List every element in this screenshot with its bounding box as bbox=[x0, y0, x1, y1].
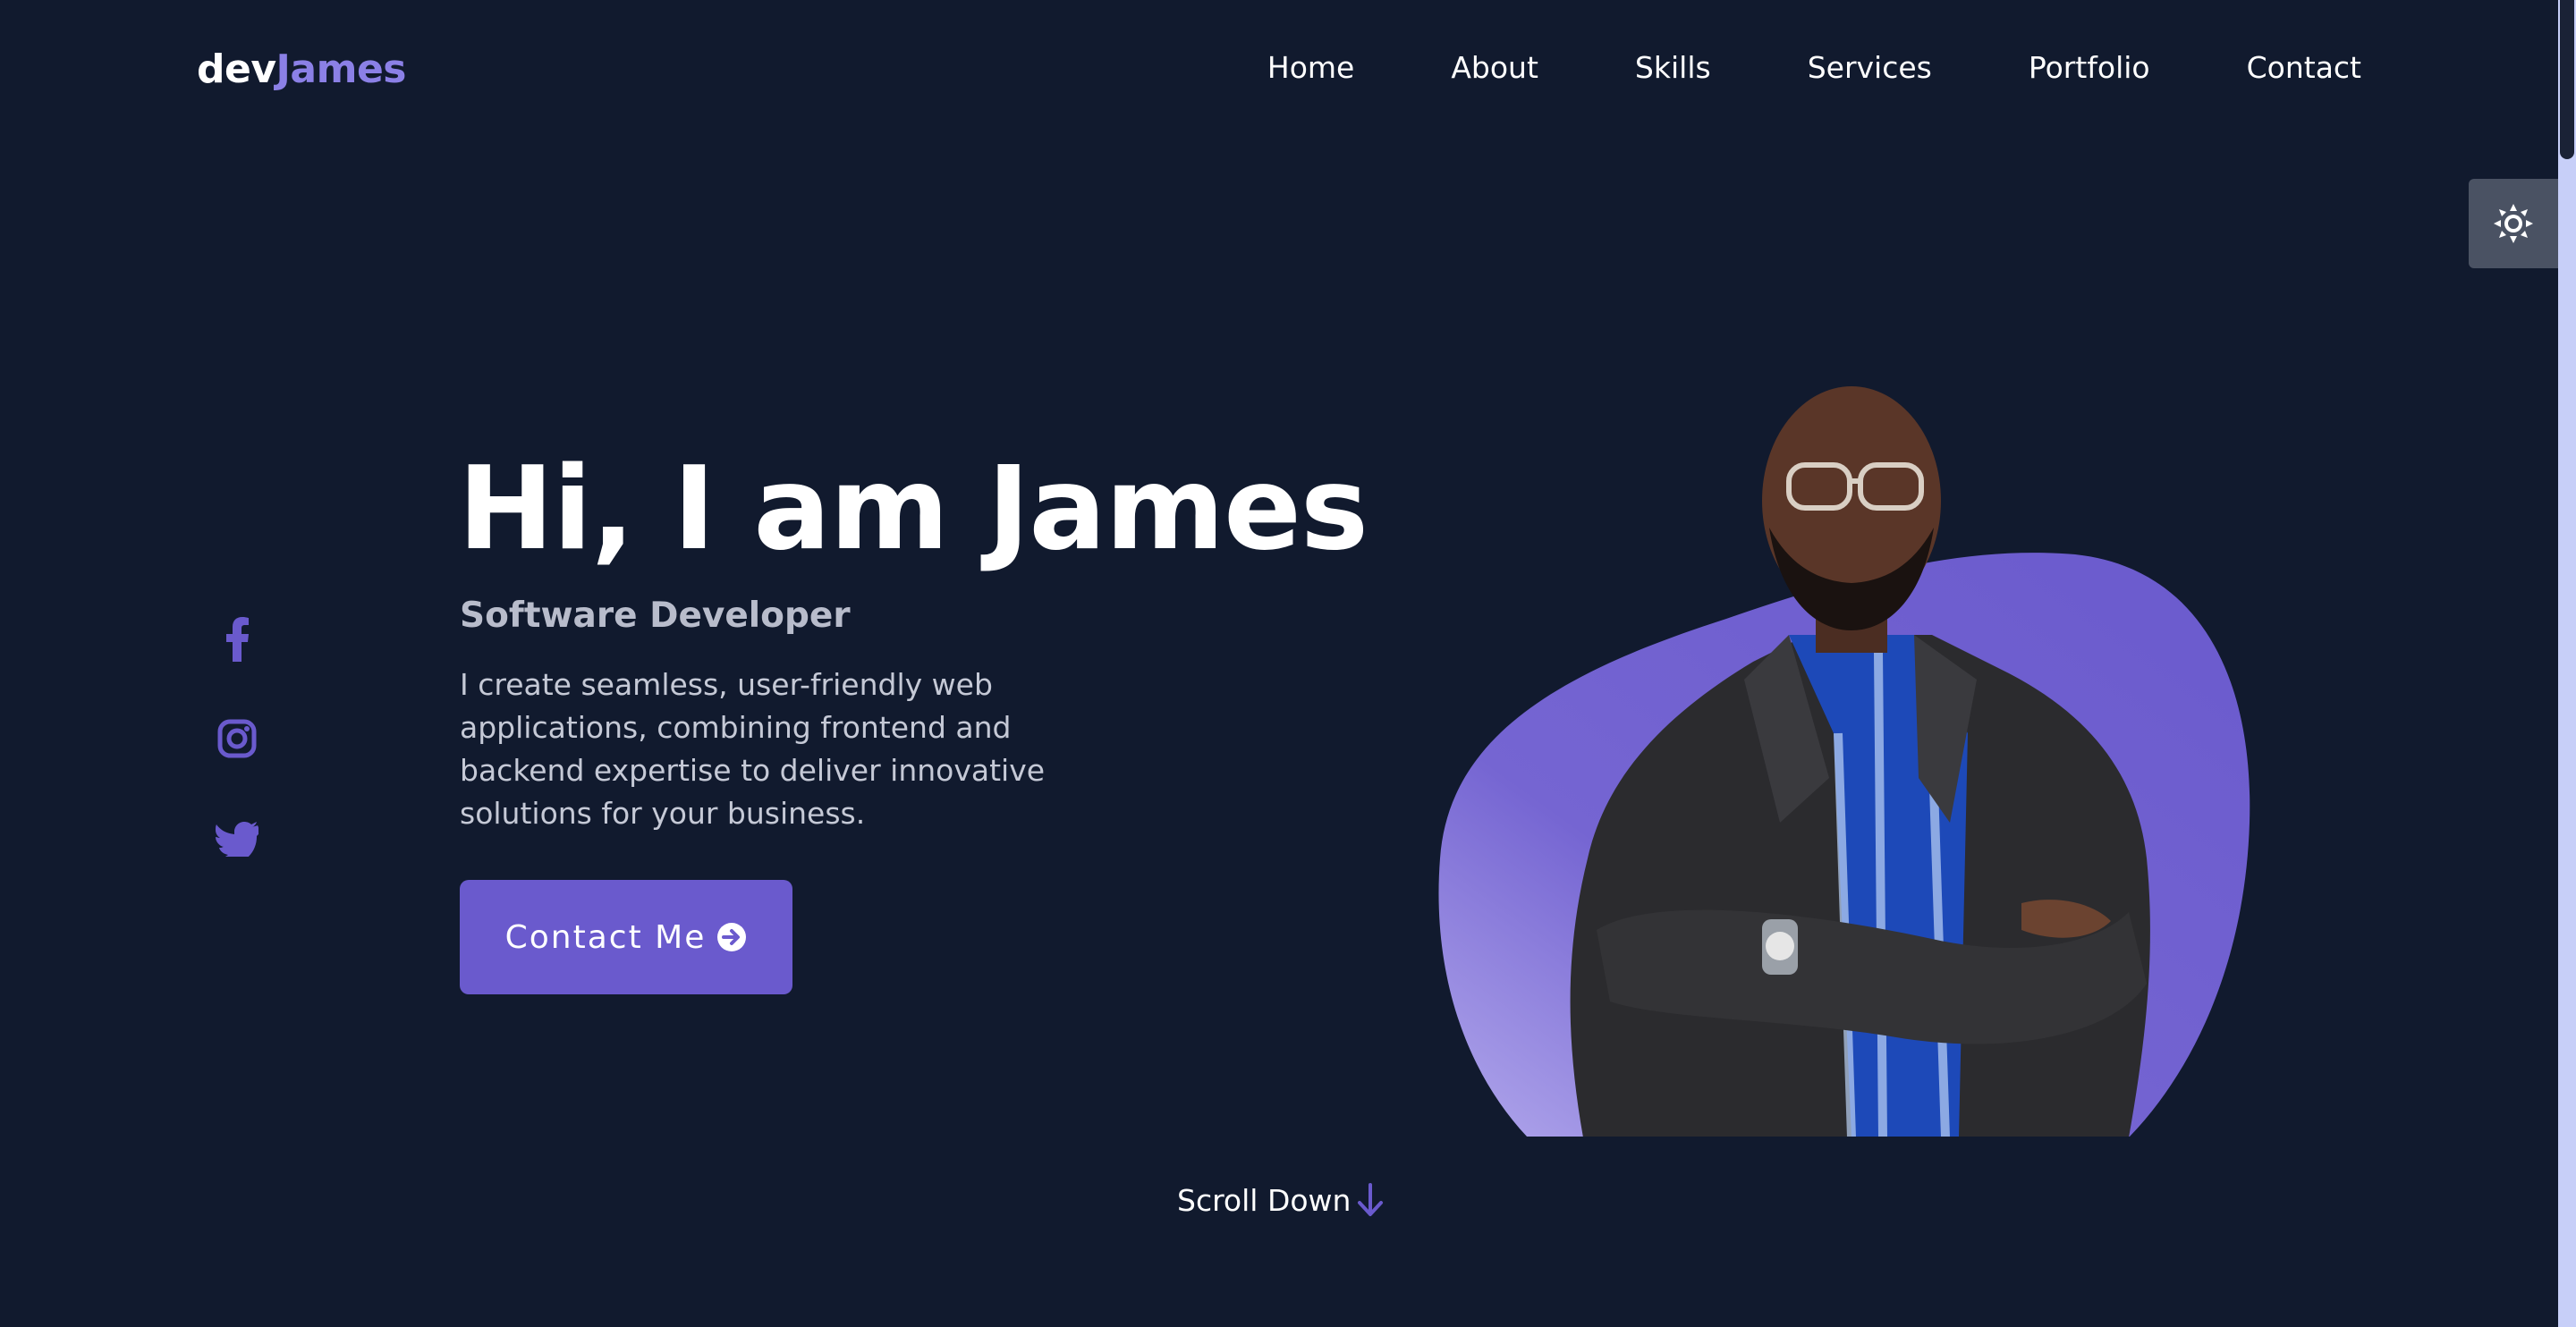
arrow-circle-right-icon bbox=[717, 923, 747, 951]
scrollbar-thumb[interactable] bbox=[2560, 0, 2574, 159]
nav-skills[interactable]: Skills bbox=[1635, 50, 1711, 85]
social-links bbox=[213, 615, 261, 862]
page: devJames Home About Skills Services Port… bbox=[0, 0, 2576, 1327]
logo-accent: James bbox=[275, 46, 407, 92]
contact-me-button[interactable]: Contact Me bbox=[460, 880, 792, 994]
nav-contact[interactable]: Contact bbox=[2247, 50, 2361, 85]
arrow-down-icon bbox=[1358, 1183, 1384, 1216]
hero-title: Hi, I am James bbox=[458, 443, 1368, 576]
sun-icon bbox=[2494, 204, 2533, 243]
twitter-icon bbox=[216, 822, 258, 857]
nav-home[interactable]: Home bbox=[1267, 50, 1354, 85]
scrollbar[interactable] bbox=[2558, 0, 2576, 1327]
instagram-icon bbox=[217, 719, 257, 758]
nav-about[interactable]: About bbox=[1451, 50, 1538, 85]
nav-services[interactable]: Services bbox=[1808, 50, 1932, 85]
scroll-down-link[interactable]: Scroll Down bbox=[1177, 1182, 1385, 1218]
facebook-icon bbox=[226, 617, 249, 662]
hero-description: I create seamless, user-friendly web app… bbox=[460, 667, 1046, 831]
instagram-link[interactable] bbox=[213, 715, 261, 762]
portrait-group bbox=[1438, 386, 2250, 1137]
twitter-link[interactable] bbox=[213, 816, 261, 862]
facebook-link[interactable] bbox=[213, 615, 261, 662]
contact-me-label: Contact Me bbox=[504, 918, 707, 956]
nav-portfolio[interactable]: Portfolio bbox=[2029, 50, 2150, 85]
hero-portrait bbox=[1438, 386, 2250, 1137]
logo[interactable]: devJames bbox=[197, 46, 406, 92]
theme-toggle-button[interactable] bbox=[2469, 179, 2558, 268]
logo-prefix: dev bbox=[197, 46, 276, 92]
main-nav: Home About Skills Services Portfolio Con… bbox=[1267, 50, 2361, 85]
scroll-down-label: Scroll Down bbox=[1177, 1182, 1352, 1218]
hero-subtitle: Software Developer bbox=[460, 596, 851, 636]
